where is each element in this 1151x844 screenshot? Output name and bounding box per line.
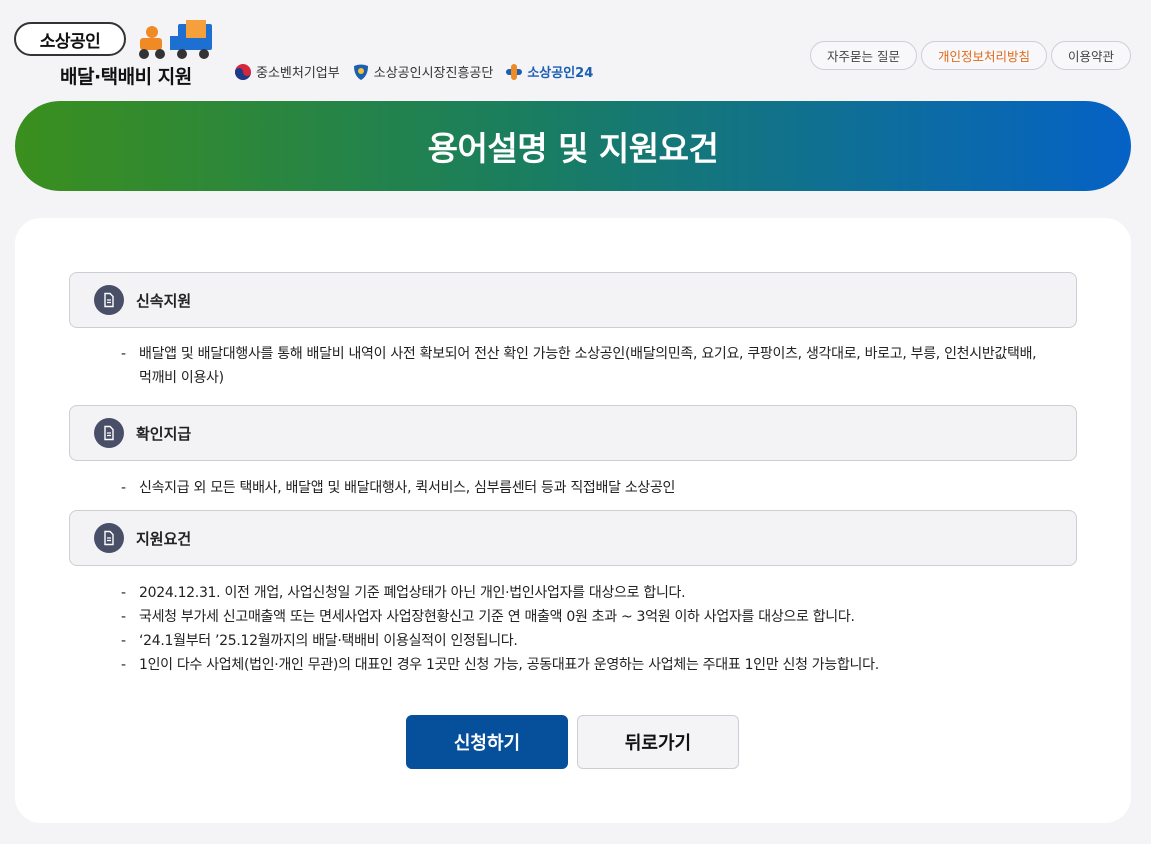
partner-sbiz24: 소상공인24 [505, 62, 593, 81]
sbiz24-logo-icon [506, 63, 523, 80]
partner-name: 소상공인시장진흥공단 [373, 66, 494, 81]
privacy-policy-link[interactable]: 개인정보처리방침 [920, 41, 1047, 70]
logo-subtitle: 배달·택배비 지원 [60, 66, 192, 88]
section-list: 배달앱 및 배달대행사를 통해 배달비 내역이 사전 확보되어 전산 확인 가능… [121, 342, 1041, 390]
back-button[interactable]: 뒤로가기 [577, 715, 739, 769]
partner-name: 중소벤처기업부 [256, 66, 340, 81]
page-banner: 용어설명 및 지원요건 [15, 101, 1131, 191]
apply-button[interactable]: 신청하기 [406, 715, 568, 769]
document-icon [94, 418, 124, 448]
section-header-confirm-payment: 확인지급 [69, 405, 1077, 461]
section-title: 확인지급 [136, 424, 192, 443]
section-header-requirements: 지원요건 [69, 510, 1077, 566]
partner-logos: 중소벤처기업부 소상공인시장진흥공단 소상공인24 [234, 62, 593, 81]
list-item: 국세청 부가세 신고매출액 또는 면세사업자 사업장현황신고 기준 연 매출액 … [121, 605, 1041, 629]
list-item: 신속지급 외 모든 택배사, 배달앱 및 배달대행사, 퀵서비스, 심부름센터 … [121, 476, 1041, 500]
section-header-quick-support: 신속지원 [69, 272, 1077, 328]
site-logo[interactable]: 소상공인 배달·택배비 지원 [14, 18, 224, 88]
document-icon [94, 285, 124, 315]
document-icon [94, 523, 124, 553]
section-title: 신속지원 [136, 291, 192, 310]
partner-semas: 소상공인시장진흥공단 [352, 62, 494, 81]
list-item: 배달앱 및 배달대행사를 통해 배달비 내역이 사전 확보되어 전산 확인 가능… [121, 342, 1041, 390]
partner-mss: 중소벤처기업부 [234, 62, 340, 81]
partner-name: 소상공인24 [527, 66, 594, 81]
list-item: 2024.12.31. 이전 개업, 사업신청일 기준 폐업상태가 아닌 개인·… [121, 581, 1041, 605]
content-card: 신속지원 배달앱 및 배달대행사를 통해 배달비 내역이 사전 확보되어 전산 … [15, 218, 1131, 823]
terms-link[interactable]: 이용약관 [1050, 41, 1131, 70]
faq-link[interactable]: 자주묻는 질문 [809, 41, 917, 70]
section-list: 신속지급 외 모든 택배사, 배달앱 및 배달대행사, 퀵서비스, 심부름센터 … [121, 476, 1041, 500]
list-item: ‘24.1월부터 ’25.12월까지의 배달·택배비 이용실적이 인정됩니다. [121, 629, 1041, 653]
top-links: 자주묻는 질문 개인정보처리방침 이용약관 [809, 41, 1131, 70]
section-title: 지원요건 [136, 529, 192, 548]
semas-emblem-icon [353, 64, 368, 80]
header: 소상공인 배달·택배비 지원 중소벤처기업부 소상공인시장진흥공단 소상공인24… [0, 0, 1151, 100]
delivery-truck-icon [139, 20, 212, 59]
logo-title: 소상공인 [14, 22, 126, 56]
taegeuk-icon [235, 63, 251, 80]
section-list: 2024.12.31. 이전 개업, 사업신청일 기준 폐업상태가 아닌 개인·… [121, 581, 1041, 677]
list-item: 1인이 다수 사업체(법인·개인 무관)의 대표인 경우 1곳만 신청 가능, … [121, 653, 1041, 677]
page-title: 용어설명 및 지원요건 [427, 129, 719, 168]
